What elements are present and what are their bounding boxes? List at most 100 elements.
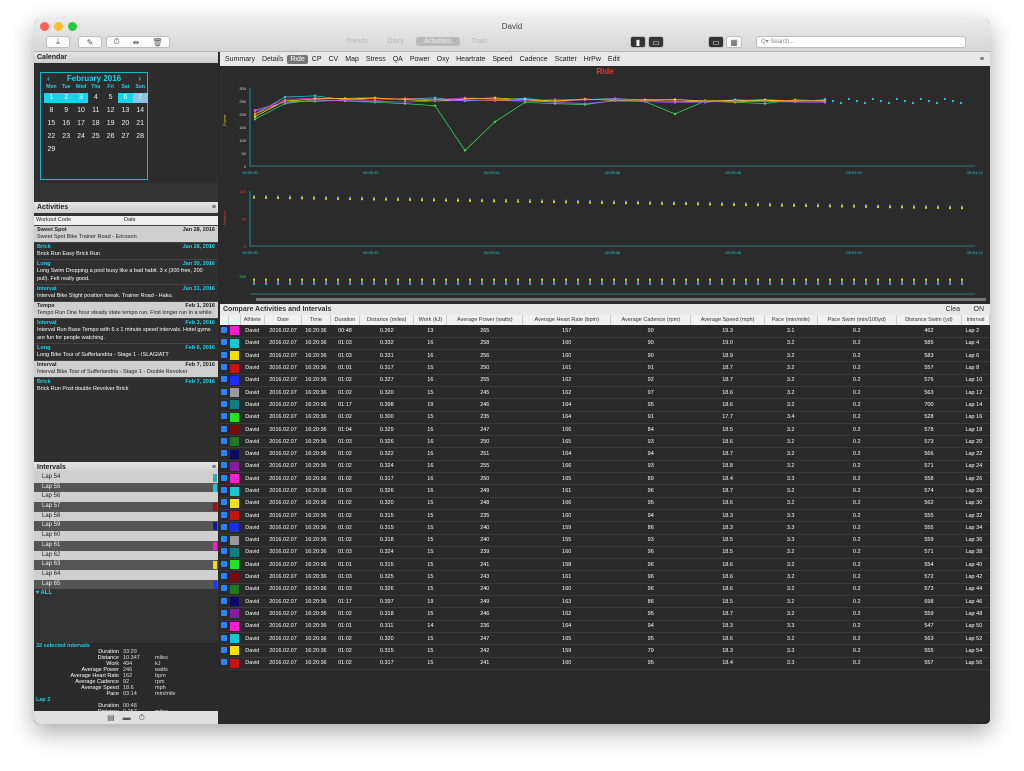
row-checkbox[interactable] xyxy=(221,364,228,371)
table-row[interactable]: David 2016.02.07 16:20:36 01:02 0.320 15 248 16… xyxy=(220,497,990,510)
table-row[interactable]: David 2016.02.07 16:20:36 01:03 0.324 15 239 16… xyxy=(220,546,990,560)
row-checkbox[interactable] xyxy=(221,511,228,518)
calendar-day[interactable]: 26 xyxy=(103,132,118,142)
clear-button[interactable]: Clea xyxy=(946,304,960,315)
tile-view-button[interactable]: ▦ xyxy=(726,36,742,48)
interval-item[interactable]: Lap 62 xyxy=(34,550,218,561)
row-checkbox[interactable] xyxy=(221,536,228,543)
interval-item[interactable]: Lap 56 xyxy=(34,492,218,503)
tab-heartrate[interactable]: Heartrate xyxy=(453,55,488,64)
row-checkbox[interactable] xyxy=(221,573,228,580)
table-row[interactable]: David 2016.02.07 16:20:36 01:03 0.326 15 240 16… xyxy=(220,583,990,597)
calendar-day[interactable]: 23 xyxy=(59,132,74,142)
calendar-day[interactable]: 13 xyxy=(118,106,133,116)
calendar-day[interactable]: 21 xyxy=(133,119,148,129)
table-row[interactable]: David 2016.02.07 16:20:36 01:02 0.315 15 235 16… xyxy=(220,509,990,523)
next-month-icon[interactable]: › xyxy=(138,74,141,83)
table-row[interactable]: David 2016.02.07 16:20:36 01:04 0.329 16 247 16… xyxy=(220,423,990,437)
column-header[interactable]: Average Heart Rate (bpm) xyxy=(522,315,612,325)
calendar-day[interactable]: 17 xyxy=(74,119,89,129)
calendar-day[interactable]: 2 xyxy=(58,93,74,103)
calendar-day[interactable]: 28 xyxy=(133,132,148,142)
tab-cv[interactable]: CV xyxy=(326,55,342,64)
column-header[interactable]: Average Speed (mph) xyxy=(690,315,765,325)
row-checkbox[interactable] xyxy=(221,585,228,592)
tab-cadence[interactable]: Cadence xyxy=(517,55,551,64)
row-checkbox[interactable] xyxy=(221,462,228,469)
row-checkbox[interactable] xyxy=(221,523,228,530)
calendar-day[interactable]: 14 xyxy=(133,106,148,116)
activity-item[interactable]: Long Jan 30, 2016 Long Swim Dropping a poo… xyxy=(34,259,218,284)
calendar-day[interactable]: 5 xyxy=(103,93,118,103)
column-header[interactable]: Duration xyxy=(330,315,361,325)
toggle-bottom-button[interactable]: ▭ xyxy=(648,36,664,48)
calendar-day[interactable]: 9 xyxy=(59,106,74,116)
tab-view-button[interactable]: ▭ xyxy=(708,36,724,48)
calendar-day[interactable]: 15 xyxy=(44,119,59,129)
tab-speed[interactable]: Speed xyxy=(489,55,515,64)
menu-icon[interactable]: ≡ xyxy=(977,55,987,64)
table-row[interactable]: David 2016.02.07 16:20:36 01:02 0.318 15 240 15… xyxy=(220,534,990,547)
column-header[interactable] xyxy=(228,315,241,325)
row-checkbox[interactable] xyxy=(221,437,228,444)
column-header[interactable] xyxy=(220,315,229,325)
interval-item[interactable]: Lap 60 xyxy=(34,531,218,541)
column-header[interactable]: Average Power (watts) xyxy=(446,315,524,325)
table-row[interactable]: David 2016.02.07 16:20:36 01:02 0.320 15 245 16… xyxy=(220,386,990,400)
tab-hrpw[interactable]: HrPw xyxy=(581,55,604,64)
activity-item[interactable]: Tempo Feb 1, 2016 Tempo Run One hour stead… xyxy=(34,301,218,318)
calendar-day[interactable]: 22 xyxy=(44,132,59,142)
table-row[interactable]: David 2016.02.07 16:20:36 01:03 0.326 16 250 16… xyxy=(220,435,990,449)
tab-map[interactable]: Map xyxy=(342,55,362,64)
tab-diary[interactable]: Diary xyxy=(380,37,412,46)
column-header[interactable]: Distance Swim (yd) xyxy=(896,315,962,325)
calendar-day[interactable]: 8 xyxy=(44,106,59,116)
tab-summary[interactable]: Summary xyxy=(222,55,258,64)
table-row[interactable]: David 2016.02.07 16:20:36 01:02 0.320 15 247 16… xyxy=(220,632,990,646)
row-checkbox[interactable] xyxy=(221,548,228,555)
row-checkbox[interactable] xyxy=(221,413,228,420)
interval-item[interactable]: Lap 59 xyxy=(34,521,218,532)
column-header[interactable]: Average Cadence (rpm) xyxy=(610,315,692,325)
column-header[interactable]: Athlete xyxy=(240,315,266,325)
folder-icon[interactable]: ▬ xyxy=(123,713,131,722)
tab-edit[interactable]: Edit xyxy=(605,55,623,64)
stopwatch-icon[interactable]: ⏱ xyxy=(139,713,145,723)
tab-details[interactable]: Details xyxy=(259,55,286,64)
row-checkbox[interactable] xyxy=(221,634,228,641)
edit-button[interactable]: ✎ xyxy=(78,36,102,48)
stopwatch-icon[interactable]: ⏱ xyxy=(113,37,119,47)
activity-item[interactable]: Brick Jan 28, 2016 Brick Run Easy Brick Ru… xyxy=(34,242,218,259)
column-header[interactable]: Interval xyxy=(961,315,990,325)
calendar-day[interactable]: 4 xyxy=(88,93,103,103)
row-checkbox[interactable] xyxy=(221,388,228,395)
calendar-day[interactable]: 16 xyxy=(59,119,74,129)
row-checkbox[interactable] xyxy=(221,560,228,567)
interval-item[interactable]: Lap 63 xyxy=(34,560,218,570)
table-row[interactable]: David 2016.02.07 16:20:36 01:17 0.397 19 249 16… xyxy=(220,595,990,609)
calendar-day[interactable]: 18 xyxy=(88,119,103,129)
calendar-day[interactable]: 19 xyxy=(103,119,118,129)
interval-item[interactable]: Lap 58 xyxy=(34,511,218,522)
tab-activities[interactable]: Activities xyxy=(415,37,460,46)
row-checkbox[interactable] xyxy=(221,659,228,666)
calendar-day[interactable]: 10 xyxy=(74,106,89,116)
row-checkbox[interactable] xyxy=(221,450,228,457)
column-header[interactable]: Date xyxy=(264,315,303,325)
table-row[interactable]: David 2016.02.07 16:20:36 01:03 0.331 16 256 16… xyxy=(220,349,990,363)
table-row[interactable]: David 2016.02.07 16:20:36 01:02 0.315 15 242 15… xyxy=(220,644,990,658)
row-checkbox[interactable] xyxy=(221,326,228,333)
calendar-day[interactable]: 3 xyxy=(73,93,89,103)
table-row[interactable]: David 2016.02.07 16:20:36 01:03 0.332 16 258 16… xyxy=(220,337,990,351)
table-row[interactable]: David 2016.02.07 16:20:36 01:01 0.311 14 236 16… xyxy=(220,620,990,633)
row-checkbox[interactable] xyxy=(221,376,228,383)
activity-item[interactable]: Brick Feb 7, 2016 Brick Run Post double Re… xyxy=(34,377,218,394)
search-input[interactable]: Q▾ Search... xyxy=(756,36,966,48)
row-checkbox[interactable] xyxy=(221,339,228,346)
calendar-day[interactable]: 12 xyxy=(103,106,118,116)
tab-cp[interactable]: CP xyxy=(309,55,325,64)
interval-item[interactable]: Lap 61 xyxy=(34,540,218,551)
row-checkbox[interactable] xyxy=(221,646,228,653)
activity-item[interactable]: Sweet Spot Jan 28, 2016 Sweet Spot Bike Tr… xyxy=(34,225,218,242)
calendar-day[interactable]: 1 xyxy=(44,93,59,103)
